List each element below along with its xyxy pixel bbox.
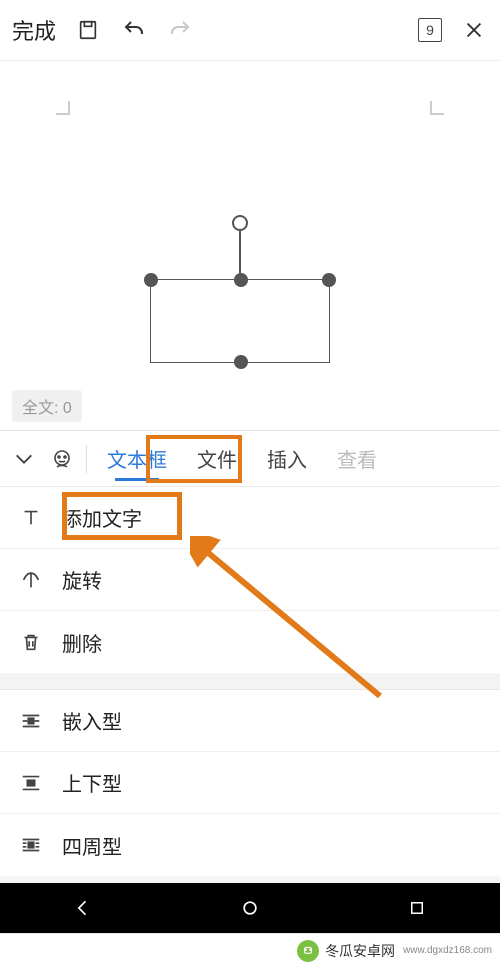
undo-icon[interactable] (120, 16, 148, 44)
option-wrap-square[interactable]: 四周型 (0, 814, 500, 876)
tab-insert[interactable]: 插入 (257, 438, 317, 479)
wrap-inline-icon (18, 710, 44, 732)
watermark-logo-icon (297, 940, 319, 962)
android-navbar (0, 883, 500, 933)
tab-file[interactable]: 文件 (187, 438, 247, 479)
watermark: 冬瓜安卓网 www.dgxdz168.com (0, 933, 500, 967)
wrap-square-icon (18, 834, 44, 856)
option-label: 上下型 (62, 768, 122, 797)
option-add-text[interactable]: 添加文字 (0, 487, 500, 549)
wrap-topbottom-icon (18, 772, 44, 794)
option-rotate[interactable]: 旋转 (0, 549, 500, 611)
resize-handle[interactable] (234, 273, 248, 287)
option-label: 删除 (62, 628, 102, 657)
page-count-badge[interactable]: 9 (418, 18, 442, 42)
nav-recent-icon[interactable] (397, 888, 437, 928)
tab-view[interactable]: 查看 (327, 438, 387, 479)
resize-handle[interactable] (234, 355, 248, 369)
collapse-icon[interactable] (10, 445, 38, 473)
margin-corner-top-right (430, 101, 444, 115)
redo-icon (166, 16, 194, 44)
textbox-options: 添加文字 旋转 删除 嵌入型 上下型 (0, 486, 500, 876)
watermark-text: 冬瓜安卓网 (325, 941, 395, 961)
tab-textbox[interactable]: 文本框 (97, 438, 177, 479)
save-icon[interactable] (74, 16, 102, 44)
option-label: 添加文字 (62, 503, 142, 532)
margin-corner-top-left (56, 101, 70, 115)
option-label: 嵌入型 (62, 706, 122, 735)
top-toolbar: 完成 9 (0, 0, 500, 60)
tool-tabs: 文本框 文件 插入 查看 (0, 430, 500, 486)
nav-back-icon[interactable] (63, 888, 103, 928)
resize-handle[interactable] (322, 273, 336, 287)
rotate-icon (18, 569, 44, 591)
watermark-url: www.dgxdz168.com (403, 945, 492, 956)
resize-handle[interactable] (144, 273, 158, 287)
assistant-icon[interactable] (48, 445, 76, 473)
option-wrap-inline[interactable]: 嵌入型 (0, 690, 500, 752)
option-label: 旋转 (62, 565, 102, 594)
option-label: 四周型 (62, 831, 122, 860)
rotate-handle-icon[interactable] (232, 215, 248, 231)
nav-home-icon[interactable] (230, 888, 270, 928)
close-icon[interactable] (460, 16, 488, 44)
word-count-badge: 全文: 0 (12, 390, 82, 422)
option-delete[interactable]: 删除 (0, 611, 500, 673)
selected-textbox[interactable] (150, 279, 330, 363)
done-button[interactable]: 完成 (12, 14, 56, 46)
document-canvas[interactable]: 全文: 0 (0, 60, 500, 430)
text-icon (18, 507, 44, 529)
trash-icon (18, 631, 44, 653)
option-wrap-topbottom[interactable]: 上下型 (0, 752, 500, 814)
